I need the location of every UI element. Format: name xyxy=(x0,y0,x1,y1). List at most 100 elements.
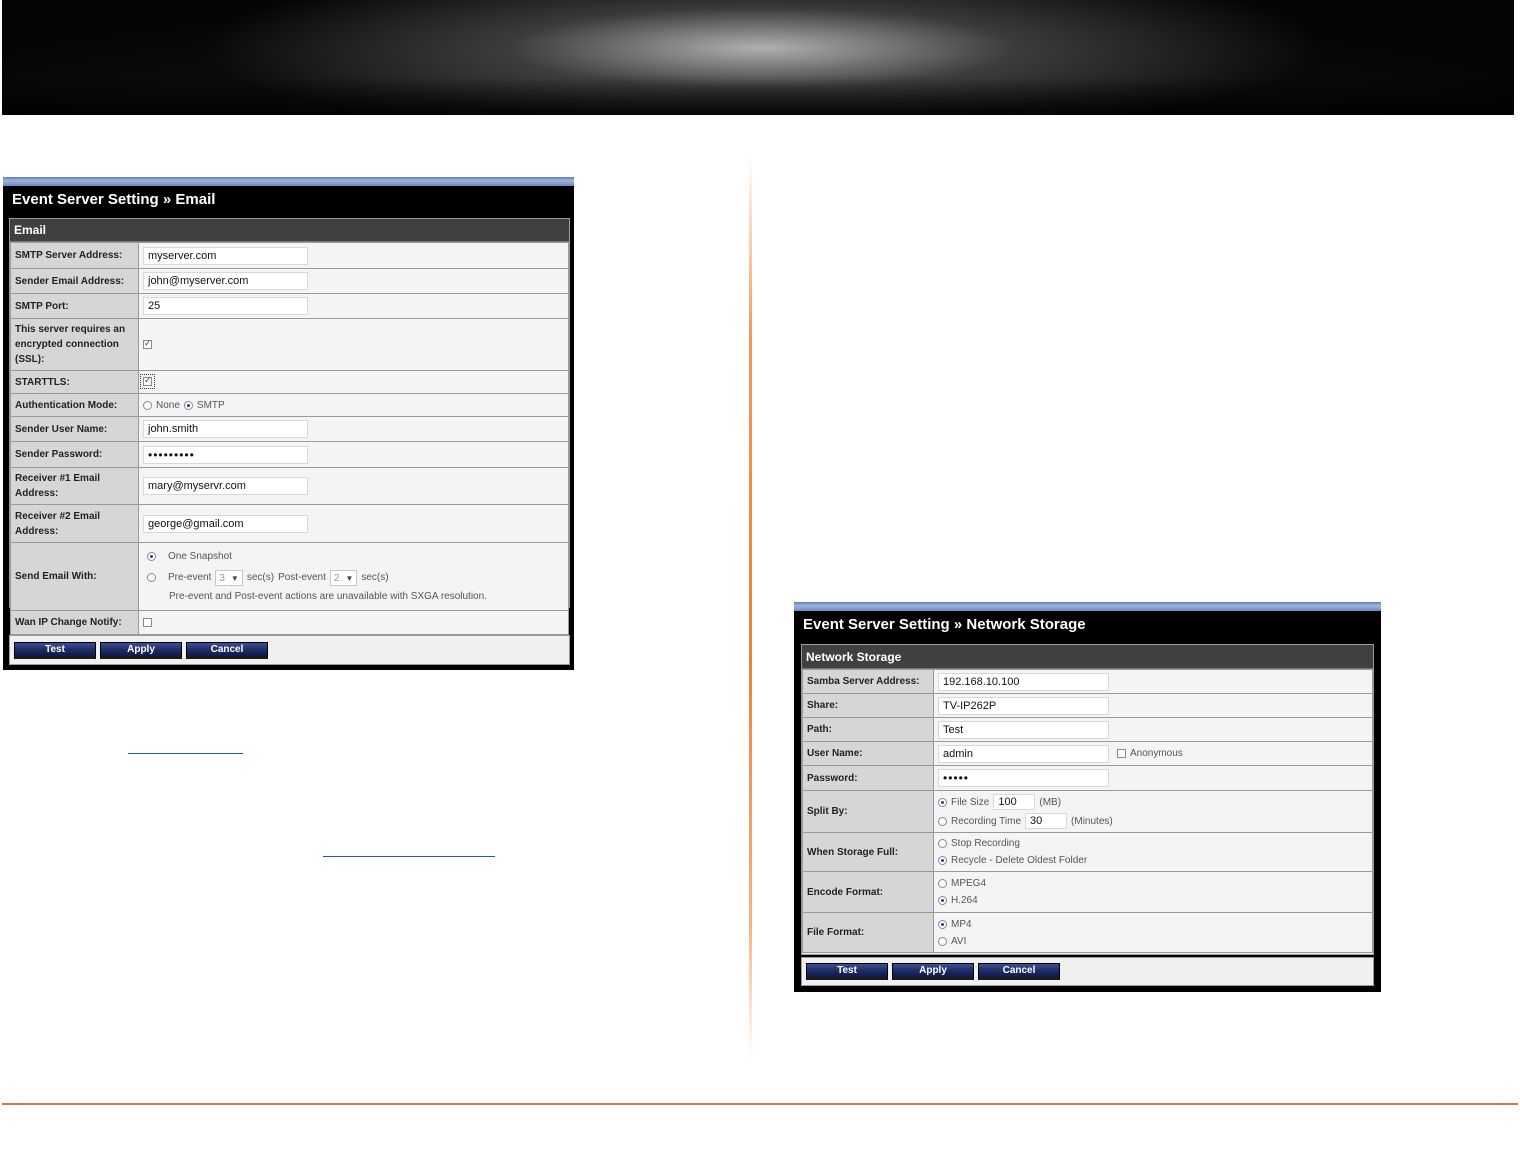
sender-user-input[interactable]: john.smith xyxy=(143,420,308,438)
email-form-frame: Email SMTP Server Address: myserver.com … xyxy=(9,218,570,635)
form-row: Split By: File Size 100 (MB) Recording T… xyxy=(802,790,1373,833)
receiver1-input[interactable]: mary@myservr.com xyxy=(143,477,308,495)
storage-form-table: Samba Server Address: 192.168.10.100 Sha… xyxy=(802,669,1373,953)
file-size-radio[interactable] xyxy=(938,797,947,807)
one-snapshot-label: One Snapshot xyxy=(168,551,232,562)
center-divider xyxy=(749,155,752,1060)
auth-mode-label: Authentication Mode: xyxy=(10,393,139,417)
form-row: Samba Server Address: 192.168.10.100 xyxy=(802,669,1373,694)
recording-time-unit: (Minutes) xyxy=(1071,815,1113,827)
cancel-button[interactable]: Cancel xyxy=(186,641,268,659)
form-row: Sender Email Address: john@myserver.com xyxy=(10,268,569,294)
form-row: Send Email With: One Snapshot Pre-event … xyxy=(10,542,569,611)
stop-recording-radio[interactable] xyxy=(938,839,947,848)
one-snapshot-radio[interactable] xyxy=(147,552,156,561)
mpeg4-radio[interactable] xyxy=(938,879,947,888)
pre-post-event-radio[interactable] xyxy=(147,573,156,582)
smtp-port-label: SMTP Port: xyxy=(10,293,139,319)
anonymous-checkbox[interactable] xyxy=(1117,749,1126,758)
mp4-label: MP4 xyxy=(951,918,972,930)
auth-smtp-radio[interactable] xyxy=(183,400,193,410)
form-row: Receiver #2 Email Address: george@gmail.… xyxy=(10,504,569,543)
panel-topbar xyxy=(3,177,574,186)
section-header: Network Storage xyxy=(802,645,1373,669)
file-format-label: File Format: xyxy=(802,912,934,953)
resolution-note: Pre-event and Post-event actions are una… xyxy=(169,590,487,602)
form-row: Path: Test xyxy=(802,717,1373,742)
anonymous-label: Anonymous xyxy=(1130,748,1183,759)
panel-title: Event Server Setting » Network Storage xyxy=(803,616,1086,633)
chevron-down-icon: ▼ xyxy=(345,573,354,583)
sender-password-input[interactable]: ••••••••• xyxy=(143,445,308,464)
recycle-radio[interactable] xyxy=(938,856,947,865)
path-label: Path: xyxy=(802,717,934,742)
receiver2-label: Receiver #2 Email Address: xyxy=(10,504,139,543)
auth-smtp-label: SMTP xyxy=(196,399,225,411)
file-size-input[interactable]: 100 xyxy=(993,794,1036,810)
form-row: File Format: MP4 AVI xyxy=(802,912,1373,953)
h264-label: H.264 xyxy=(951,895,978,906)
hyperlink-underline[interactable] xyxy=(128,753,243,754)
form-row: When Storage Full: Stop Recording Recycl… xyxy=(802,832,1373,872)
sender-email-input[interactable]: john@myserver.com xyxy=(143,272,308,290)
apply-button[interactable]: Apply xyxy=(100,641,182,659)
form-row: SMTP Port: 25 xyxy=(10,293,569,319)
panel-topbar xyxy=(794,602,1381,611)
apply-button[interactable]: Apply xyxy=(892,963,974,980)
form-row: Password: ••••• xyxy=(802,765,1373,791)
send-with-label: Send Email With: xyxy=(10,542,139,611)
user-name-label: User Name: xyxy=(802,741,934,766)
share-input[interactable]: TV-IP262P xyxy=(938,696,1109,715)
test-button[interactable]: Test xyxy=(806,963,888,980)
ssl-label: This server requires an encrypted connec… xyxy=(10,318,139,371)
pre-event-value: 3 xyxy=(219,572,225,584)
pre-event-select[interactable]: 3 ▼ xyxy=(215,569,243,586)
mpeg4-label: MPEG4 xyxy=(951,878,987,889)
post-event-select[interactable]: 2 ▼ xyxy=(329,569,358,586)
samba-label: Samba Server Address: xyxy=(802,669,934,694)
password-label: Password: xyxy=(802,765,934,791)
form-row: Authentication Mode: None SMTP xyxy=(10,393,569,417)
recording-time-label: Recording Time xyxy=(951,815,1022,827)
wan-ip-checkbox[interactable] xyxy=(143,617,152,627)
panel-title: Event Server Setting » Email xyxy=(12,191,216,208)
form-row: Share: TV-IP262P xyxy=(802,693,1373,718)
email-form-table: SMTP Server Address: myserver.com Sender… xyxy=(10,242,569,635)
receiver2-input[interactable]: george@gmail.com xyxy=(143,514,308,533)
smtp-server-label: SMTP Server Address: xyxy=(10,242,139,269)
auth-none-radio[interactable] xyxy=(143,400,152,410)
hyperlink-underline[interactable] xyxy=(323,856,495,857)
mp4-radio[interactable] xyxy=(938,919,947,929)
cancel-button[interactable]: Cancel xyxy=(978,963,1060,980)
split-by-label: Split By: xyxy=(802,790,934,833)
recording-time-radio[interactable] xyxy=(938,816,947,826)
share-label: Share: xyxy=(802,693,934,718)
form-row: Encode Format: MPEG4 H.264 xyxy=(802,871,1373,913)
smtp-port-input[interactable]: 25 xyxy=(143,297,308,315)
smtp-server-input[interactable]: myserver.com xyxy=(143,246,308,265)
test-button[interactable]: Test xyxy=(14,641,96,659)
password-input[interactable]: ••••• xyxy=(938,769,1109,787)
path-input[interactable]: Test xyxy=(938,720,1109,739)
sender-email-label: Sender Email Address: xyxy=(10,268,139,294)
file-size-label: File Size xyxy=(951,796,990,808)
post-event-label: Post-event xyxy=(278,572,326,583)
avi-radio[interactable] xyxy=(938,936,947,946)
starttls-checkbox[interactable] xyxy=(140,374,155,390)
footer-line xyxy=(2,1103,1518,1105)
samba-input[interactable]: 192.168.10.100 xyxy=(938,672,1109,691)
h264-radio[interactable] xyxy=(938,896,947,905)
email-button-bar: Test Apply Cancel xyxy=(9,635,570,665)
avi-label: AVI xyxy=(951,935,967,947)
ssl-checkbox[interactable] xyxy=(143,338,152,349)
recycle-label: Recycle - Delete Oldest Folder xyxy=(951,855,1088,866)
storage-full-label: When Storage Full: xyxy=(802,832,934,872)
user-name-input[interactable]: admin xyxy=(938,744,1109,763)
pre-event-label: Pre-event xyxy=(168,572,212,583)
file-size-unit: (MB) xyxy=(1039,796,1062,808)
form-row: User Name: admin Anonymous xyxy=(802,741,1373,766)
storage-form-frame: Network Storage Samba Server Address: 19… xyxy=(801,644,1374,955)
auth-none-label: None xyxy=(156,399,180,411)
header-banner xyxy=(2,0,1514,115)
recording-time-input[interactable]: 30 xyxy=(1025,813,1068,829)
